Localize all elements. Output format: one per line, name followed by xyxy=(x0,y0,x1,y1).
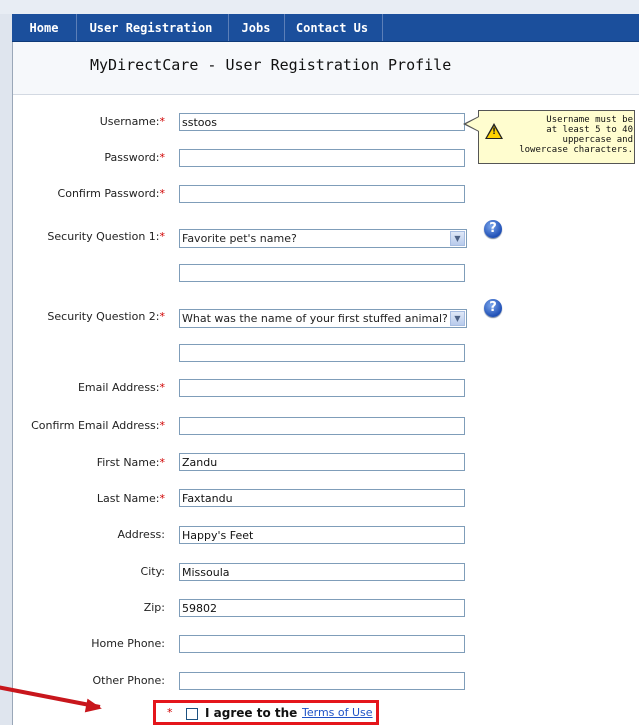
address-input[interactable]: Happy's Feet xyxy=(179,526,465,544)
confirm-password-label: Confirm Password:* xyxy=(57,187,166,200)
terms-of-use-link[interactable]: Terms of Use xyxy=(302,706,373,719)
required-marker: * xyxy=(159,419,166,432)
security-question-1-label: Security Question 1:* xyxy=(47,230,165,243)
agreement-text: I agree to the xyxy=(205,706,298,720)
top-strip xyxy=(0,0,639,14)
annotation-arrow-head xyxy=(84,698,104,716)
tooltip-line: at least 5 to 40 xyxy=(546,125,633,135)
password-input[interactable] xyxy=(179,149,465,167)
nav-separator xyxy=(228,14,229,41)
security-question-2-label: Security Question 2:* xyxy=(47,310,165,323)
nav-separator xyxy=(284,14,285,41)
nav-contact-us[interactable]: Contact Us xyxy=(286,14,378,41)
home-phone-input[interactable] xyxy=(179,635,465,653)
username-input[interactable]: sstoos xyxy=(179,113,465,131)
confirm-email-input[interactable] xyxy=(179,417,465,435)
required-marker: * xyxy=(159,151,166,164)
required-marker: * xyxy=(159,310,166,323)
chevron-down-icon[interactable]: ▼ xyxy=(450,231,465,246)
security-answer-2-input[interactable] xyxy=(179,344,465,362)
home-phone-label: Home Phone: xyxy=(91,637,165,650)
nav-separator xyxy=(76,14,77,41)
city-label: City: xyxy=(140,565,165,578)
security-question-1-select[interactable]: Favorite pet's name? ▼ xyxy=(179,229,467,248)
top-nav: Home User Registration Jobs Contact Us xyxy=(12,14,639,42)
username-label: Username:* xyxy=(99,115,166,128)
required-marker: * xyxy=(159,381,166,394)
security-question-2-value: What was the name of your first stuffed … xyxy=(182,312,448,325)
password-label: Password:* xyxy=(104,151,165,164)
tooltip-pointer-fill xyxy=(466,117,479,131)
security-question-1-value: Favorite pet's name? xyxy=(182,232,297,245)
email-label: Email Address:* xyxy=(77,381,166,394)
city-input[interactable]: Missoula xyxy=(179,563,465,581)
confirm-email-label: Confirm Email Address:* xyxy=(31,419,165,432)
last-name-label: Last Name:* xyxy=(96,492,166,505)
required-marker: * xyxy=(167,706,173,719)
nav-home[interactable]: Home xyxy=(16,14,72,41)
first-name-label: First Name:* xyxy=(96,456,166,469)
nav-separator xyxy=(382,14,383,41)
email-input[interactable] xyxy=(179,379,465,397)
other-phone-label: Other Phone: xyxy=(92,674,165,687)
terms-checkbox[interactable] xyxy=(186,708,198,720)
page-title: MyDirectCare - User Registration Profile xyxy=(90,56,452,74)
nav-jobs[interactable]: Jobs xyxy=(230,14,282,41)
first-name-input[interactable]: Zandu xyxy=(179,453,465,471)
chevron-down-icon[interactable]: ▼ xyxy=(450,311,465,326)
security-answer-1-input[interactable] xyxy=(179,264,465,282)
other-phone-input[interactable] xyxy=(179,672,465,690)
required-marker: * xyxy=(159,492,166,505)
zip-label: Zip: xyxy=(143,601,165,614)
help-icon[interactable]: ? xyxy=(484,299,502,317)
required-marker: * xyxy=(159,456,166,469)
tooltip-line: lowercase characters. xyxy=(519,145,633,155)
tooltip-line: Username must be xyxy=(546,115,633,125)
confirm-password-input[interactable] xyxy=(179,185,465,203)
required-marker: * xyxy=(159,187,166,200)
required-marker: * xyxy=(159,115,166,128)
last-name-input[interactable]: Faxtandu xyxy=(179,489,465,507)
tooltip-text: Username must be at least 5 to 40 upperc… xyxy=(513,115,633,155)
warning-icon-mark: ! xyxy=(491,127,497,137)
required-marker: * xyxy=(159,230,166,243)
zip-input[interactable]: 59802 xyxy=(179,599,465,617)
tooltip-line: uppercase and xyxy=(562,135,633,145)
security-question-2-select[interactable]: What was the name of your first stuffed … xyxy=(179,309,467,328)
address-label: Address: xyxy=(117,528,165,541)
help-icon[interactable]: ? xyxy=(484,220,502,238)
nav-user-registration[interactable]: User Registration xyxy=(78,14,224,41)
